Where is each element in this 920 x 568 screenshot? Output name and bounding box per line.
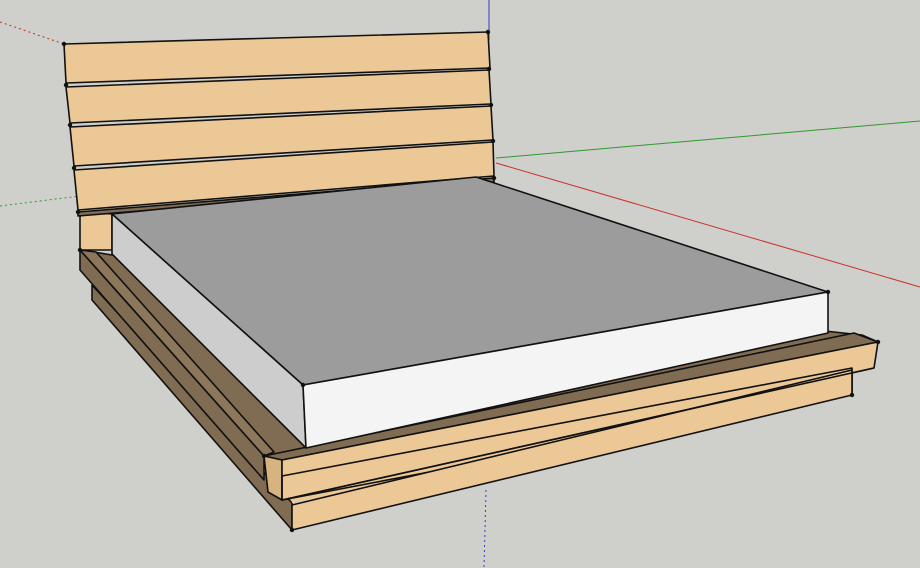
vertex-dot <box>71 165 77 171</box>
axis-red-dotted <box>0 21 65 45</box>
vertex-dot <box>875 339 881 345</box>
axis-green-solid <box>495 120 920 159</box>
vertex-dot <box>849 392 855 398</box>
vertex-dot <box>491 175 497 181</box>
vertex-dot <box>488 102 494 108</box>
vertex-dot <box>486 66 492 72</box>
axis-blue-dotted <box>483 489 487 568</box>
axis-green-dotted <box>0 195 81 207</box>
vertex-dot <box>63 82 69 88</box>
scene-canvas[interactable] <box>0 0 920 568</box>
vertex-dot <box>300 382 306 388</box>
vertex-dot <box>75 209 81 215</box>
modeling-viewport[interactable] <box>0 0 920 568</box>
vertex-dot <box>61 41 67 47</box>
vertex-dot <box>485 29 491 35</box>
vertex-dot <box>490 138 496 144</box>
headboard-post-left[interactable] <box>79 211 113 251</box>
bed-model[interactable] <box>61 29 881 533</box>
vertex-dot <box>67 122 73 128</box>
vertex-dot <box>289 527 295 533</box>
vertex-dot <box>261 453 267 459</box>
vertex-dot <box>77 247 83 253</box>
vertex-dot <box>825 289 831 295</box>
